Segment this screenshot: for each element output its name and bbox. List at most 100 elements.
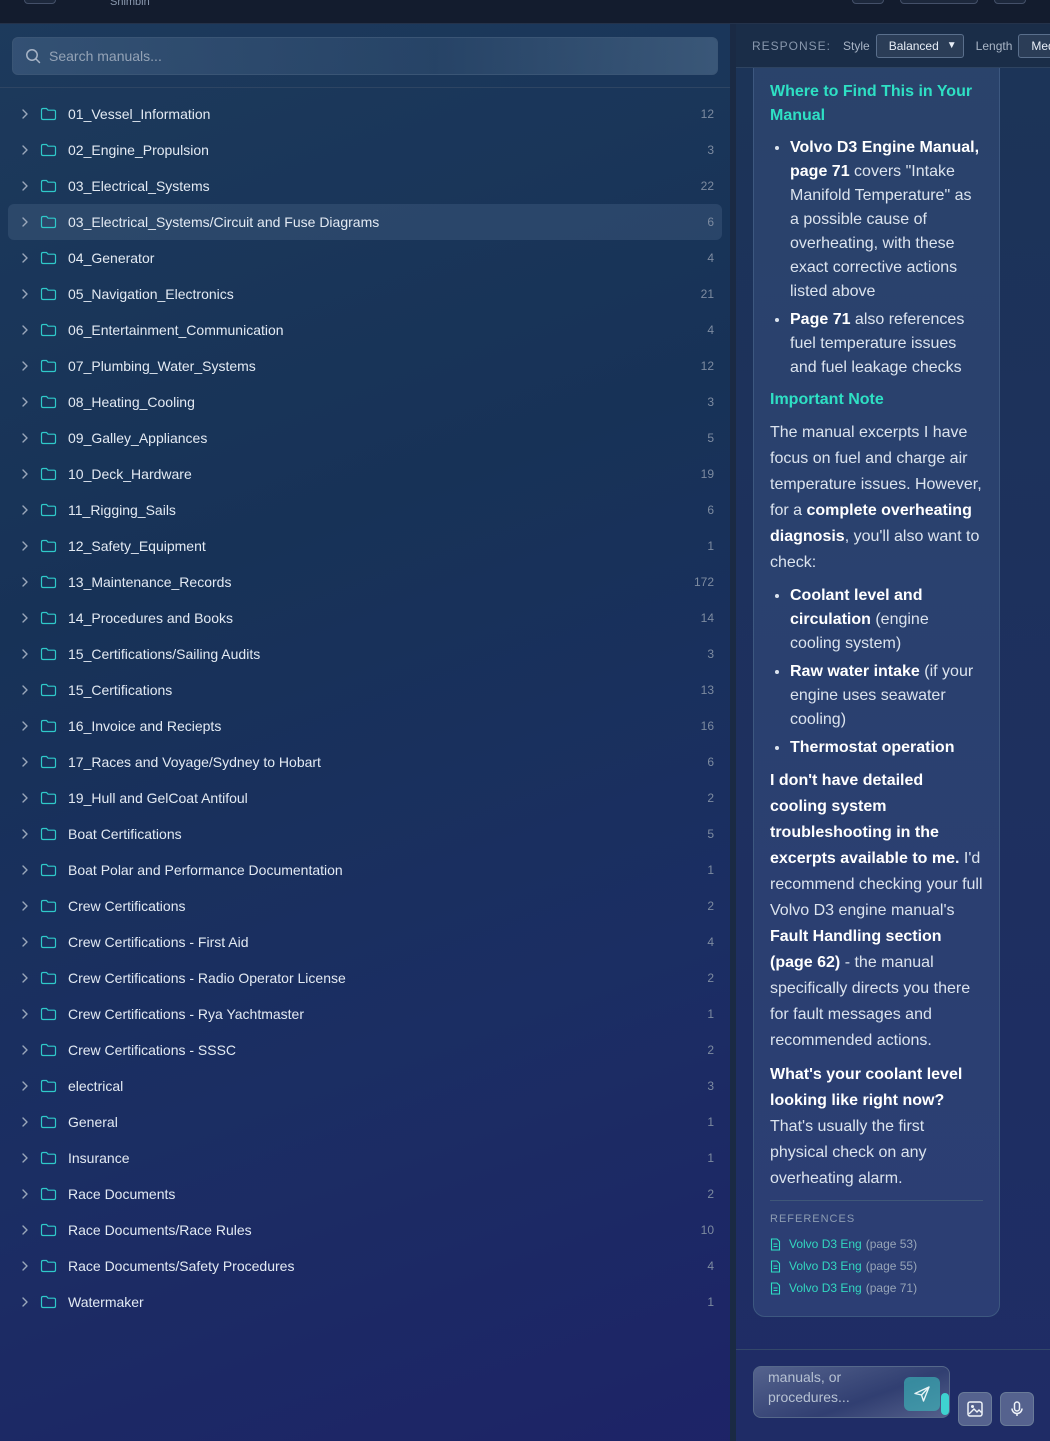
folder-item[interactable]: 12_Safety_Equipment 1: [8, 528, 722, 564]
chevron-right-icon[interactable]: [18, 1008, 32, 1020]
chevron-right-icon[interactable]: [18, 504, 32, 516]
app-subtitle: Shimbin: [110, 0, 150, 8]
chevron-right-icon[interactable]: [18, 648, 32, 660]
reference-item[interactable]: Volvo D3 Eng (page 71): [770, 1277, 983, 1299]
folder-item[interactable]: 15_Certifications/Sailing Audits 3: [8, 636, 722, 672]
chevron-right-icon[interactable]: [18, 1188, 32, 1200]
folder-count: 172: [693, 575, 714, 589]
header-button[interactable]: [852, 0, 884, 4]
chevron-right-icon[interactable]: [18, 1224, 32, 1236]
folder-item[interactable]: Insurance 1: [8, 1140, 722, 1176]
reference-item[interactable]: Volvo D3 Eng (page 55): [770, 1255, 983, 1277]
folder-item[interactable]: Race Documents/Safety Procedures 4: [8, 1248, 722, 1284]
chevron-right-icon[interactable]: [18, 720, 32, 732]
folder-item[interactable]: 03_Electrical_Systems 22: [8, 168, 722, 204]
input-scrollbar[interactable]: [941, 1393, 949, 1415]
chevron-right-icon[interactable]: [18, 216, 32, 228]
reference-item[interactable]: Volvo D3 Eng (page 53): [770, 1233, 983, 1255]
folder-item[interactable]: 11_Rigging_Sails 6: [8, 492, 722, 528]
reference-link[interactable]: Volvo D3 Eng: [789, 1259, 862, 1273]
send-icon: [914, 1386, 930, 1402]
header-button[interactable]: [994, 0, 1026, 4]
folder-item[interactable]: 04_Generator 4: [8, 240, 722, 276]
folder-item[interactable]: 07_Plumbing_Water_Systems 12: [8, 348, 722, 384]
chevron-right-icon[interactable]: [18, 396, 32, 408]
reference-link[interactable]: Volvo D3 Eng: [789, 1281, 862, 1295]
style-select[interactable]: Balanced ▼: [875, 33, 964, 58]
chevron-right-icon[interactable]: [18, 1044, 32, 1056]
send-button[interactable]: [904, 1377, 940, 1411]
folder-item[interactable]: Race Documents 2: [8, 1176, 722, 1212]
chevron-right-icon[interactable]: [18, 972, 32, 984]
folder-item[interactable]: Crew Certifications - Rya Yachtmaster 1: [8, 996, 722, 1032]
bold-text: I don't have detailed cooling system tro…: [770, 772, 960, 867]
folder-item[interactable]: electrical 3: [8, 1068, 722, 1104]
chevron-right-icon[interactable]: [18, 1296, 32, 1308]
chevron-right-icon[interactable]: [18, 144, 32, 156]
folder-item[interactable]: 19_Hull and GelCoat Antifoul 2: [8, 780, 722, 816]
folder-list: 01_Vessel_Information 12 02_Engine_Propuls…: [8, 96, 722, 1320]
folder-item[interactable]: 14_Procedures and Books 14: [8, 600, 722, 636]
menu-button[interactable]: [24, 0, 56, 4]
search-input[interactable]: [49, 48, 717, 64]
chevron-right-icon[interactable]: [18, 828, 32, 840]
bold-text: Thermostat operation: [790, 739, 955, 756]
reference-link[interactable]: Volvo D3 Eng: [789, 1237, 862, 1251]
chevron-right-icon[interactable]: [18, 180, 32, 192]
folder-item[interactable]: 02_Engine_Propulsion 3: [8, 132, 722, 168]
chevron-right-icon[interactable]: [18, 1116, 32, 1128]
folder-icon: [40, 287, 58, 301]
header-button[interactable]: [900, 0, 978, 4]
folder-icon: [40, 107, 58, 121]
folder-name: Race Documents/Race Rules: [68, 1222, 252, 1238]
folder-item[interactable]: Crew Certifications - Radio Operator Lic…: [8, 960, 722, 996]
folder-count: 4: [707, 323, 714, 337]
folder-item[interactable]: Race Documents/Race Rules 10: [8, 1212, 722, 1248]
folder-item[interactable]: 01_Vessel_Information 12: [8, 96, 722, 132]
search-box[interactable]: [12, 37, 718, 75]
folder-item[interactable]: 05_Navigation_Electronics 21: [8, 276, 722, 312]
chevron-right-icon[interactable]: [18, 576, 32, 588]
folder-item[interactable]: Boat Polar and Performance Documentation…: [8, 852, 722, 888]
folder-icon: [40, 791, 58, 805]
folder-item[interactable]: 13_Maintenance_Records 172: [8, 564, 722, 600]
chevron-right-icon[interactable]: [18, 756, 32, 768]
chevron-right-icon[interactable]: [18, 468, 32, 480]
folder-item[interactable]: 03_Electrical_Systems/Circuit and Fuse D…: [8, 204, 722, 240]
folder-item[interactable]: General 1: [8, 1104, 722, 1140]
folder-item[interactable]: 08_Heating_Cooling 3: [8, 384, 722, 420]
chevron-right-icon[interactable]: [18, 1260, 32, 1272]
chevron-right-icon[interactable]: [18, 324, 32, 336]
chevron-right-icon[interactable]: [18, 432, 32, 444]
chevron-right-icon[interactable]: [18, 792, 32, 804]
chevron-right-icon[interactable]: [18, 1152, 32, 1164]
folder-item[interactable]: Crew Certifications - SSSC 2: [8, 1032, 722, 1068]
folder-item[interactable]: Boat Certifications 5: [8, 816, 722, 852]
folder-item[interactable]: Crew Certifications - First Aid 4: [8, 924, 722, 960]
folder-item[interactable]: 15_Certifications 13: [8, 672, 722, 708]
chevron-right-icon[interactable]: [18, 684, 32, 696]
chevron-right-icon[interactable]: [18, 936, 32, 948]
chevron-right-icon[interactable]: [18, 900, 32, 912]
length-select[interactable]: Med: [1018, 33, 1050, 58]
image-upload-button[interactable]: [958, 1392, 992, 1426]
folder-item[interactable]: 10_Deck_Hardware 19: [8, 456, 722, 492]
folder-item[interactable]: Watermaker 1: [8, 1284, 722, 1320]
folder-item[interactable]: 16_Invoice and Reciepts 16: [8, 708, 722, 744]
chevron-right-icon[interactable]: [18, 288, 32, 300]
chevron-right-icon[interactable]: [18, 1080, 32, 1092]
chat-input[interactable]: [768, 1367, 908, 1417]
folder-item[interactable]: 17_Races and Voyage/Sydney to Hobart 6: [8, 744, 722, 780]
folder-item[interactable]: Crew Certifications 2: [8, 888, 722, 924]
folder-item[interactable]: 09_Galley_Appliances 5: [8, 420, 722, 456]
chevron-right-icon[interactable]: [18, 612, 32, 624]
folder-icon: [40, 1007, 58, 1021]
chevron-right-icon[interactable]: [18, 864, 32, 876]
chevron-right-icon[interactable]: [18, 108, 32, 120]
folder-item[interactable]: 06_Entertainment_Communication 4: [8, 312, 722, 348]
chat-input-box[interactable]: [753, 1366, 950, 1418]
voice-input-button[interactable]: [1000, 1392, 1034, 1426]
chevron-right-icon[interactable]: [18, 360, 32, 372]
chevron-right-icon[interactable]: [18, 252, 32, 264]
chevron-right-icon[interactable]: [18, 540, 32, 552]
